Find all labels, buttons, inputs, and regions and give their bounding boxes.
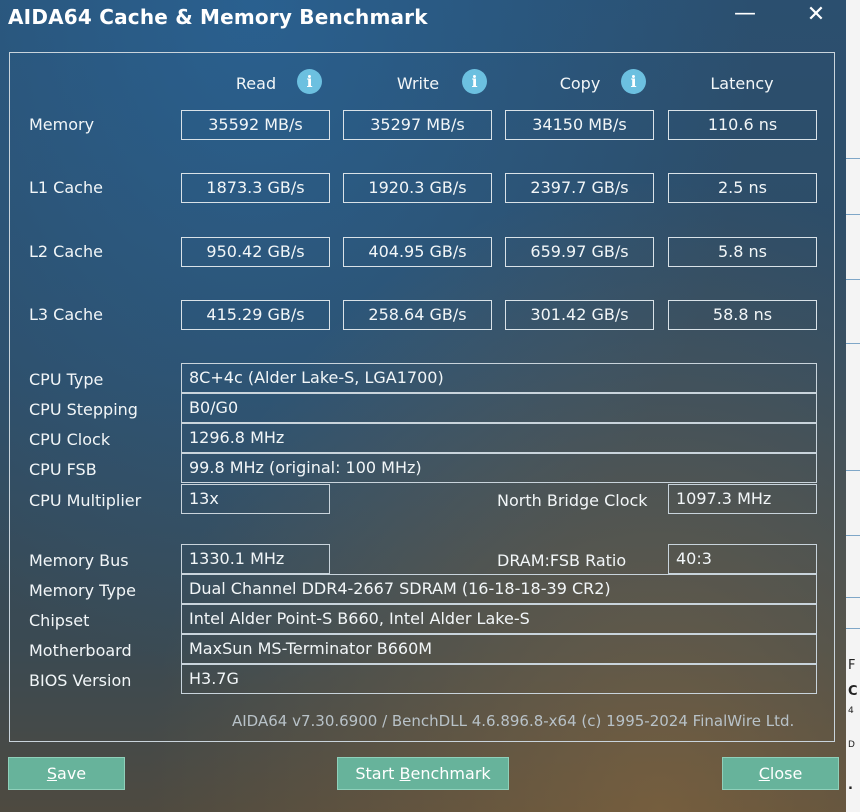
bios-version-value: H3.7G — [181, 664, 817, 694]
column-header-copy: Copy — [559, 74, 601, 93]
start-label-pre: Start — [355, 764, 400, 783]
bios-version-label: BIOS Version — [29, 671, 132, 690]
background-text: D — [848, 740, 855, 750]
column-header-read: Read — [235, 74, 277, 93]
close-window-button[interactable]: ✕ — [800, 0, 832, 32]
l1-latency-value: 2.5 ns — [668, 173, 817, 203]
row-label: L1 Cache — [29, 178, 103, 197]
dram-fsb-ratio-label: DRAM:FSB Ratio — [497, 551, 627, 570]
row-label: Memory — [29, 115, 95, 134]
l1-read-value: 1873.3 GB/s — [181, 173, 330, 203]
background-window-edge: F C 4 D . — [846, 0, 860, 812]
start-label-rest: enchmark — [410, 764, 491, 783]
l3-write-value: 258.64 GB/s — [343, 300, 492, 330]
l2-read-value: 950.42 GB/s — [181, 237, 330, 267]
cpu-type-label: CPU Type — [29, 370, 104, 389]
memory-copy-value: 34150 MB/s — [505, 110, 654, 140]
north-bridge-clock-label: North Bridge Clock — [497, 491, 648, 510]
cpu-stepping-label: CPU Stepping — [29, 400, 138, 419]
cpu-clock-label: CPU Clock — [29, 430, 111, 449]
column-header-latency: Latency — [710, 74, 774, 93]
save-button[interactable]: Save — [8, 757, 125, 790]
write-info-icon[interactable]: i — [462, 69, 487, 94]
memory-bus-label: Memory Bus — [29, 551, 129, 570]
chipset-value: Intel Alder Point-S B660, Intel Alder La… — [181, 604, 817, 634]
start-access-key: B — [399, 764, 411, 783]
divider — [846, 343, 860, 344]
divider — [846, 158, 860, 159]
memory-write-value: 35297 MB/s — [343, 110, 492, 140]
copy-info-icon[interactable]: i — [621, 69, 646, 94]
background-text: 4 — [848, 706, 854, 716]
north-bridge-clock-value: 1097.3 MHz — [668, 484, 817, 514]
read-info-icon[interactable]: i — [297, 69, 322, 94]
divider — [846, 535, 860, 536]
benchmark-window: AIDA64 Cache & Memory Benchmark — ✕ Read… — [0, 0, 846, 812]
row-label: L2 Cache — [29, 242, 103, 261]
save-label-rest: ave — [57, 764, 87, 783]
l3-read-value: 415.29 GB/s — [181, 300, 330, 330]
version-footer: AIDA64 v7.30.6900 / BenchDLL 4.6.896.8-x… — [232, 712, 795, 730]
cpu-multiplier-value: 13x — [181, 484, 330, 514]
background-text: . — [848, 778, 853, 793]
background-text: F — [848, 658, 856, 673]
memory-read-value: 35592 MB/s — [181, 110, 330, 140]
start-benchmark-button[interactable]: Start Benchmark — [337, 757, 509, 790]
save-access-key: S — [46, 764, 58, 783]
chipset-label: Chipset — [29, 611, 90, 630]
close-access-key: C — [758, 764, 770, 783]
divider — [846, 279, 860, 280]
memory-bus-value: 1330.1 MHz — [181, 544, 330, 574]
l1-copy-value: 2397.7 GB/s — [505, 173, 654, 203]
divider — [846, 628, 860, 629]
close-button[interactable]: Close — [722, 757, 839, 790]
memory-type-value: Dual Channel DDR4-2667 SDRAM (16-18-18-3… — [181, 574, 817, 604]
cpu-clock-value: 1296.8 MHz — [181, 423, 817, 453]
window-title: AIDA64 Cache & Memory Benchmark — [8, 5, 428, 29]
l2-copy-value: 659.97 GB/s — [505, 237, 654, 267]
motherboard-value: MaxSun MS-Terminator B660M — [181, 634, 817, 664]
l3-copy-value: 301.42 GB/s — [505, 300, 654, 330]
background-text: C — [848, 684, 858, 699]
dram-fsb-ratio-value: 40:3 — [668, 544, 817, 574]
cpu-fsb-value: 99.8 MHz (original: 100 MHz) — [181, 453, 817, 483]
l3-latency-value: 58.8 ns — [668, 300, 817, 330]
minimize-button[interactable]: — — [730, 0, 760, 32]
motherboard-label: Motherboard — [29, 641, 132, 660]
cpu-stepping-value: B0/G0 — [181, 393, 817, 423]
divider — [846, 214, 860, 215]
memory-latency-value: 110.6 ns — [668, 110, 817, 140]
cpu-type-value: 8C+4c (Alder Lake-S, LGA1700) — [181, 363, 817, 393]
divider — [846, 470, 860, 471]
cpu-fsb-label: CPU FSB — [29, 460, 97, 479]
row-label: L3 Cache — [29, 305, 103, 324]
l1-write-value: 1920.3 GB/s — [343, 173, 492, 203]
close-label-rest: lose — [769, 764, 803, 783]
column-header-write: Write — [396, 74, 440, 93]
divider — [846, 597, 860, 598]
memory-type-label: Memory Type — [29, 581, 136, 600]
l2-latency-value: 5.8 ns — [668, 237, 817, 267]
l2-write-value: 404.95 GB/s — [343, 237, 492, 267]
cpu-multiplier-label: CPU Multiplier — [29, 491, 142, 510]
